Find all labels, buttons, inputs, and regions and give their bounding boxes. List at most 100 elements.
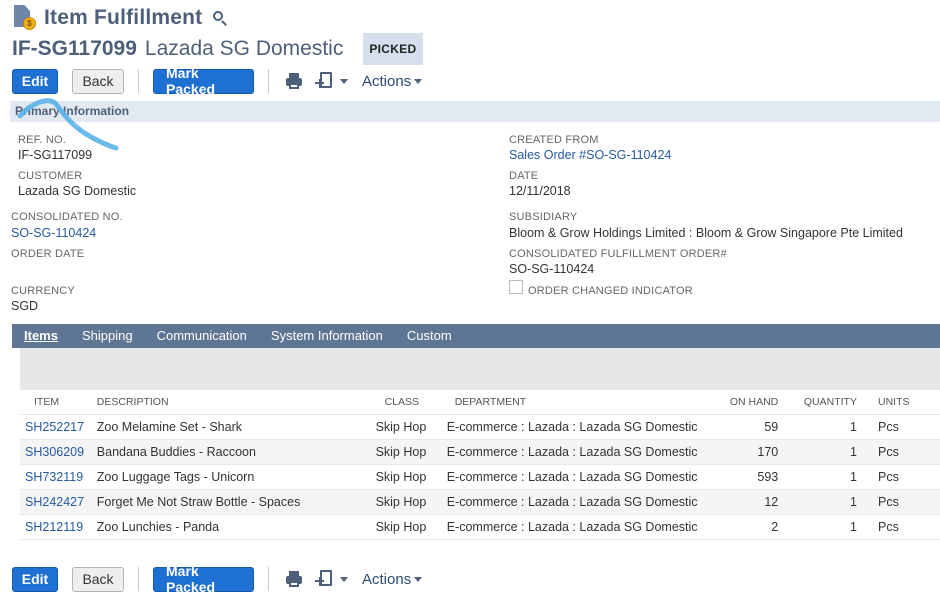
created-from-link[interactable]: Sales Order #SO-SG-110424 — [509, 148, 671, 162]
item-class: Skip Hop — [370, 464, 442, 490]
section-header[interactable]: Primary Information — [10, 101, 940, 122]
tab-items[interactable]: Items — [12, 324, 70, 348]
created-from-label: CREATED FROM — [509, 134, 599, 146]
chevron-down-icon — [340, 78, 348, 84]
table-header-row: ITEM DESCRIPTION CLASS DEPARTMENT ON HAN… — [20, 390, 940, 415]
order-changed-label: ORDER CHANGED INDICATOR — [528, 285, 693, 297]
item-on-hand: 2 — [702, 514, 784, 540]
chevron-down-icon — [414, 576, 423, 582]
item-units: Pcs — [861, 514, 940, 540]
item-description: Zoo Lunchies - Panda — [91, 514, 371, 540]
actions-menu[interactable]: Actions — [362, 72, 423, 90]
customer-label: CUSTOMER — [18, 170, 83, 182]
currency-label: CURRENCY — [11, 285, 75, 297]
order-date-label: ORDER DATE — [11, 248, 85, 260]
item-link[interactable]: SH242427 — [20, 489, 92, 515]
item-class: Skip Hop — [370, 514, 442, 540]
order-changed-checkbox[interactable] — [509, 280, 523, 294]
record-header: IF-SG117099 Lazada SG Domestic PICKED — [12, 33, 423, 65]
search-icon[interactable] — [212, 10, 228, 26]
tab-shipping[interactable]: Shipping — [70, 324, 145, 348]
table-row: SH732119 Zoo Luggage Tags - Unicorn Skip… — [20, 464, 940, 490]
tab-custom[interactable]: Custom — [395, 324, 464, 348]
item-link[interactable]: SH252217 — [20, 414, 92, 440]
consolidated-fulfillment-value: SO-SG-110424 — [509, 262, 595, 276]
chevron-down-icon — [340, 576, 348, 582]
table-row: SH242427 Forget Me Not Straw Bottle - Sp… — [20, 489, 940, 515]
item-link[interactable]: SH732119 — [20, 464, 92, 490]
item-units: Pcs — [861, 489, 940, 515]
chevron-down-icon — [414, 78, 423, 84]
item-quantity: 1 — [783, 464, 862, 490]
item-description: Zoo Melamine Set - Shark — [91, 414, 371, 440]
item-quantity: 1 — [783, 439, 862, 465]
column-header-units[interactable]: UNITS — [861, 390, 940, 415]
currency-value: SGD — [11, 299, 39, 313]
status-badge: PICKED — [363, 33, 423, 65]
back-button[interactable]: Back — [72, 68, 124, 94]
record-id: IF-SG117099 — [12, 37, 137, 60]
item-department: E-commerce : Lazada : Lazada SG Domestic — [441, 489, 703, 515]
mark-packed-button[interactable]: Mark Packed — [153, 563, 254, 595]
item-description: Forget Me Not Straw Bottle - Spaces — [91, 489, 371, 515]
consolidated-no-link[interactable]: SO-SG-110424 — [11, 226, 96, 240]
table-row: SH252217 Zoo Melamine Set - Shark Skip H… — [20, 414, 940, 440]
subsidiary-value: Bloom & Grow Holdings Limited : Bloom & … — [509, 226, 903, 240]
date-value: 12/11/2018 — [509, 184, 571, 198]
print-icon[interactable] — [283, 70, 305, 92]
table-row: SH212119 Zoo Lunchies - Panda Skip Hop E… — [20, 514, 940, 540]
back-button[interactable]: Back — [72, 566, 124, 592]
consolidated-no-label: CONSOLIDATED NO. — [11, 211, 123, 223]
item-department: E-commerce : Lazada : Lazada SG Domestic — [441, 414, 703, 440]
item-department: E-commerce : Lazada : Lazada SG Domestic — [441, 464, 703, 490]
ref-no-value: IF-SG117099 — [18, 148, 93, 162]
item-units: Pcs — [861, 414, 940, 440]
tab-communication[interactable]: Communication — [145, 324, 259, 348]
column-header-on-hand[interactable]: ON HAND — [702, 390, 784, 415]
mark-packed-button[interactable]: Mark Packed — [153, 65, 254, 97]
item-units: Pcs — [861, 464, 940, 490]
consolidated-fulfillment-label: CONSOLIDATED FULFILLMENT ORDER# — [509, 248, 727, 260]
toolbar-divider — [268, 567, 269, 591]
edit-button[interactable]: Edit — [12, 566, 58, 592]
column-header-department[interactable]: DEPARTMENT — [441, 390, 703, 415]
item-fulfillment-icon: $ — [12, 5, 36, 31]
item-on-hand: 170 — [702, 439, 784, 465]
item-units: Pcs — [861, 439, 940, 465]
item-on-hand: 59 — [702, 414, 784, 440]
table-row: SH306209 Bandana Buddies - Raccoon Skip … — [20, 439, 940, 465]
column-header-class[interactable]: CLASS — [370, 390, 442, 415]
item-link[interactable]: SH306209 — [20, 439, 92, 465]
ref-no-label: REF. NO. — [18, 134, 67, 146]
items-table: ITEM DESCRIPTION CLASS DEPARTMENT ON HAN… — [20, 390, 940, 540]
item-department: E-commerce : Lazada : Lazada SG Domestic — [441, 514, 703, 540]
print-icon[interactable] — [283, 568, 305, 590]
column-header-item[interactable]: ITEM — [20, 390, 92, 415]
actions-label: Actions — [362, 72, 412, 90]
column-header-description[interactable]: DESCRIPTION — [91, 390, 371, 415]
record-name: Lazada SG Domestic — [144, 37, 344, 60]
toolbar-divider — [138, 69, 139, 93]
item-description: Bandana Buddies - Raccoon — [91, 439, 371, 465]
column-header-quantity[interactable]: QUANTITY — [783, 390, 862, 415]
item-description: Zoo Luggage Tags - Unicorn — [91, 464, 371, 490]
item-quantity: 1 — [783, 489, 862, 515]
edit-button[interactable]: Edit — [12, 68, 58, 94]
toolbar-divider — [138, 567, 139, 591]
customer-value: Lazada SG Domestic — [18, 184, 137, 198]
subsidiary-label: SUBSIDIARY — [509, 211, 578, 223]
item-quantity: 1 — [783, 414, 862, 440]
item-quantity: 1 — [783, 514, 862, 540]
tab-system-information[interactable]: System Information — [259, 324, 395, 348]
actions-menu[interactable]: Actions — [362, 571, 423, 588]
subtab-bar: Items Shipping Communication System Info… — [12, 324, 940, 348]
new-record-icon[interactable] — [315, 70, 337, 92]
title-row: $ Item Fulfillment — [12, 4, 228, 32]
toolbar-divider — [268, 69, 269, 93]
top-toolbar: Edit Back Mark Packed Actions — [12, 65, 423, 97]
new-record-menu[interactable] — [315, 70, 348, 92]
item-class: Skip Hop — [370, 489, 442, 515]
new-record-icon[interactable] — [315, 568, 337, 590]
item-link[interactable]: SH212119 — [20, 514, 92, 540]
new-record-menu[interactable] — [315, 568, 348, 590]
